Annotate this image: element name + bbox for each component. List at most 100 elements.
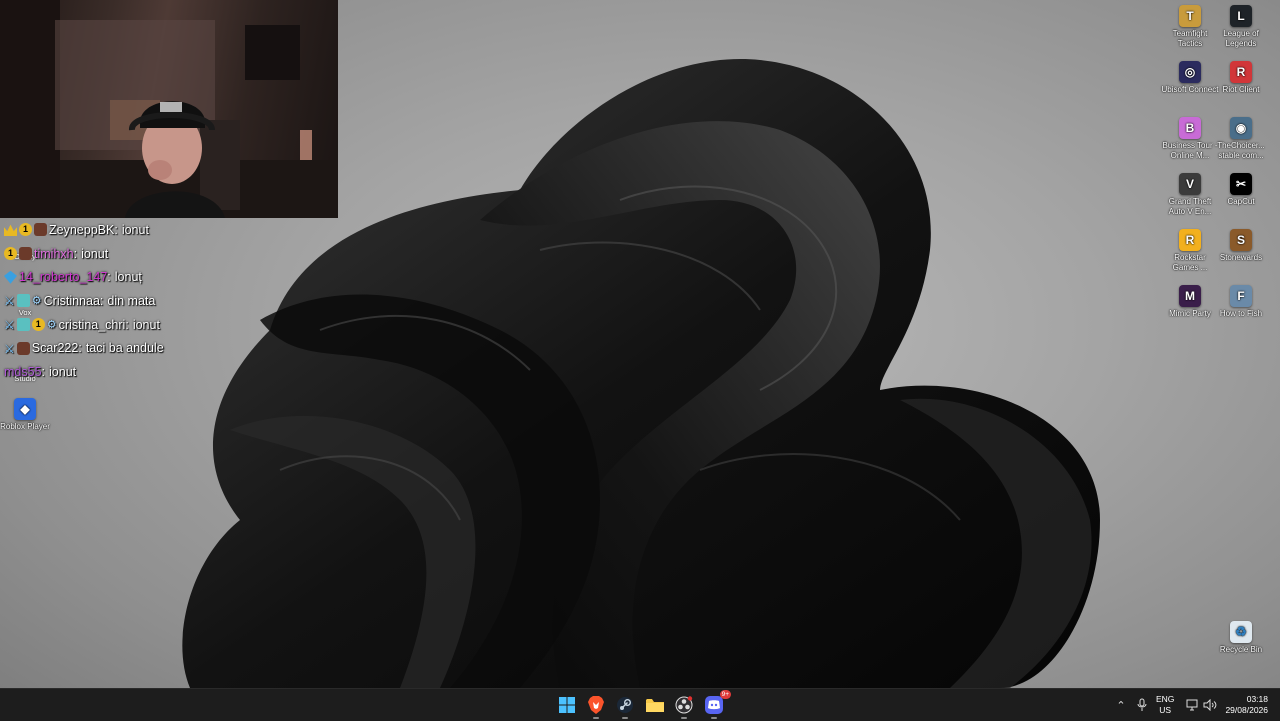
chat-message: 1 timihxh: ionut — [4, 242, 334, 266]
windows-icon — [559, 697, 575, 713]
folder-icon — [646, 698, 664, 712]
taskbar-brave-browser[interactable] — [585, 694, 607, 719]
language-indicator[interactable]: ENG US — [1156, 694, 1174, 716]
start-button[interactable] — [556, 694, 578, 716]
keyboard-layout: US — [1159, 705, 1172, 715]
subscriber-badge-icon: 1 — [4, 247, 17, 261]
desktop-icon-choicer[interactable]: ◉ TheChoicer... stable com... — [1212, 117, 1270, 161]
chat-message: ⚔ ⚙ Cristinnaa: din mata — [4, 289, 334, 313]
chat-username: ZeyneppBK — [49, 222, 115, 237]
chat-text: din mata — [107, 293, 156, 308]
desktop-icon-label: Riot Client — [1222, 85, 1260, 94]
notification-badge: 9+ — [719, 690, 731, 699]
desktop-icon-label: Roblox Player — [0, 422, 50, 431]
gear-badge-icon: ⚙ — [31, 295, 42, 308]
avatar-badge-icon — [16, 341, 30, 355]
desktop-icon-riot[interactable]: R Riot Client — [1212, 61, 1270, 95]
taskbar-discord[interactable]: 9+ — [703, 690, 731, 719]
chat-username: 14_roberto_147 — [19, 270, 108, 285]
chat-text: ionut — [132, 317, 160, 332]
taskbar-steam[interactable] — [614, 694, 636, 719]
chat-message: mds55: ionut — [4, 360, 334, 384]
gta-icon: V — [1179, 173, 1201, 195]
lol-icon: L — [1230, 5, 1252, 27]
desktop-icon-label: Teamfight Tactics — [1172, 29, 1208, 48]
chat-separator: : — [107, 270, 111, 285]
riot-icon: R — [1230, 61, 1252, 83]
avatar-badge-icon — [19, 247, 32, 261]
desktop-icon-recycle-bin[interactable]: ♻ Recycle Bin — [1212, 621, 1270, 655]
rockstar-icon: R — [1179, 229, 1201, 251]
desktop-icon-mimic-party[interactable]: M Mimic Party — [1161, 285, 1219, 319]
clock-time: 03:18 — [1246, 694, 1268, 704]
chat-separator: : — [114, 222, 118, 237]
chat-separator: : — [41, 364, 46, 379]
network-icon[interactable] — [1186, 699, 1200, 711]
sword-badge-icon: ⚔ — [4, 341, 15, 356]
chat-text: taci ba andule — [85, 341, 164, 356]
recycle-bin-icon: ♻ — [1230, 621, 1252, 643]
chat-text: ionut — [121, 222, 149, 237]
subscriber-badge-icon: 1 — [31, 318, 45, 332]
webcam-overlay — [0, 0, 338, 218]
chat-text: ionut — [49, 364, 77, 379]
desktop-icon-label: Rockstar Games ... — [1172, 253, 1208, 272]
stonewards-icon: S — [1230, 229, 1252, 251]
desktop-icon-label: TheChoicer... stable com... — [1217, 141, 1265, 160]
running-indicator — [593, 717, 599, 719]
desktop-icon-label: How to Fish — [1219, 309, 1263, 318]
desktop-icon-label: CapCut — [1227, 197, 1255, 206]
chat-message: ⚔ 1 ⚙ cristina_chri: ionut — [4, 313, 334, 337]
language-code: ENG — [1156, 694, 1175, 704]
pixel-badge-icon — [16, 318, 30, 332]
desktop-icon-label: Business Tour - Online M... — [1162, 141, 1218, 160]
desktop-icon-ubisoft[interactable]: ◎ Ubisoft Connect — [1161, 61, 1219, 95]
desktop-icon-capcut[interactable]: ✂ CapCut — [1212, 173, 1270, 207]
chat-separator: : — [73, 246, 78, 261]
chat-message: ⚔ Scar222: taci ba andule — [4, 336, 334, 360]
sword-badge-icon: ⚔ — [4, 294, 15, 309]
mimic-party-icon: M — [1179, 285, 1201, 307]
ubisoft-icon: ◎ — [1179, 61, 1201, 83]
taskbar-obs-studio[interactable] — [673, 694, 695, 719]
volume-icon[interactable] — [1203, 699, 1217, 711]
desktop-icon-how-to-fish[interactable]: F How to Fish — [1212, 285, 1270, 319]
microphone-icon[interactable] — [1136, 698, 1148, 712]
desktop-icon-business-tour[interactable]: B Business Tour - Online M... — [1161, 117, 1219, 161]
desktop-icon-lol[interactable]: L League of Legends — [1212, 5, 1270, 49]
desktop-icon-rockstar[interactable]: R Rockstar Games ... — [1161, 229, 1219, 273]
running-indicator — [711, 717, 717, 719]
chat-separator: : — [125, 317, 129, 332]
sword-badge-icon: ⚔ — [4, 318, 15, 333]
discord-icon — [705, 696, 723, 714]
desktop-icon-stonewards[interactable]: S Stonewards — [1212, 229, 1270, 263]
chat-username: Scar222 — [31, 341, 79, 356]
steam-icon — [617, 697, 633, 713]
desktop-icon-label: Mimic Party — [1169, 309, 1211, 318]
desktop-icon-roblox-player[interactable]: ◆ Roblox Player — [0, 398, 54, 432]
chat-separator: : — [99, 293, 104, 308]
chat-message: 1 ZeyneppBK: ionut — [4, 218, 334, 242]
subscriber-badge-icon: 1 — [19, 223, 32, 237]
clock[interactable]: 03:18 29/08/2026 — [1224, 694, 1268, 716]
desktop-icon-gta[interactable]: V Grand Theft Auto V En... — [1161, 173, 1219, 217]
chat-username: cristina_chri — [58, 317, 126, 332]
choicer-icon: ◉ — [1230, 117, 1252, 139]
taskbar-file-explorer[interactable] — [644, 694, 666, 716]
business-tour-icon: B — [1179, 117, 1201, 139]
crown-badge-icon — [4, 224, 17, 237]
stream-chat-overlay: 1 ZeyneppBK: ionut 1 timihxh: ionut 14_roberto… — [4, 218, 334, 384]
desktop-icon-label: League of Legends — [1223, 29, 1259, 48]
roblox-player-icon: ◆ — [14, 398, 36, 420]
pixel-badge-icon — [16, 294, 30, 308]
chat-separator: : — [78, 341, 82, 356]
desktop-icon-label: Recycle Bin — [1219, 645, 1263, 654]
desktop-icon-label: Grand Theft Auto V En... — [1168, 197, 1212, 216]
show-hidden-icons-chevron-icon[interactable]: ⌃ — [1114, 699, 1128, 712]
chat-text: lonuț — [114, 270, 142, 285]
desktop-icon-tft[interactable]: T Teamfight Tactics — [1161, 5, 1219, 49]
obs-icon — [675, 696, 693, 714]
brave-icon — [588, 696, 604, 714]
running-indicator — [622, 717, 628, 719]
capcut-icon: ✂ — [1230, 173, 1252, 195]
